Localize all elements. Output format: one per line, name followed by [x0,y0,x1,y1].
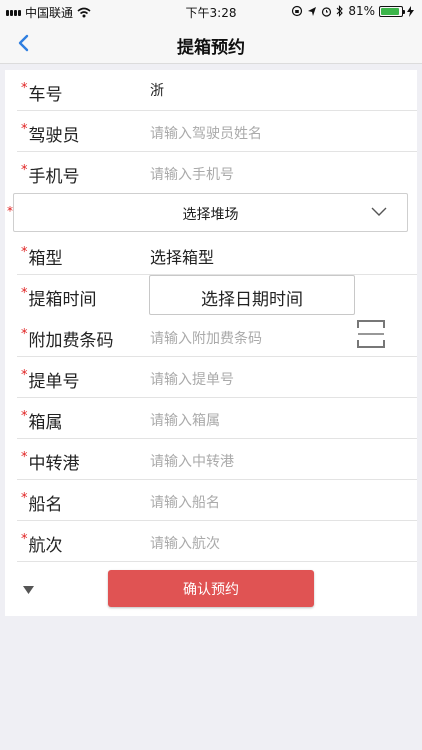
bill-no-row: *提单号 请输入提单号 [17,357,417,398]
truck-no-label: *车号 [21,81,63,105]
status-right: 81% [291,4,414,18]
location-icon [308,6,317,16]
box-owner-input[interactable]: 请输入箱属 [150,410,220,430]
box-type-row: *箱型 选择箱型 [17,234,417,275]
required-mark: * [21,81,28,96]
pickup-time-label: *提箱时间 [21,286,97,310]
bill-no-label: *提单号 [21,368,80,392]
pickup-form: *车号 浙 *驾驶员 请输入驾驶员姓名 *手机号 请输入手机号 * 选择堆场 *… [5,70,417,616]
driver-input[interactable]: 请输入驾驶员姓名 [150,123,262,143]
surcharge-code-label: *附加费条码 [21,327,114,351]
battery-percent: 81% [348,4,375,18]
phone-label: *手机号 [21,163,80,187]
driver-label: *驾驶员 [21,122,80,146]
alarm-icon [322,6,332,17]
transit-port-row: *中转港 请输入中转港 [17,439,417,480]
datetime-picker-button[interactable]: 选择日期时间 [149,275,355,315]
required-mark: * [21,450,28,465]
transit-port-label: *中转港 [21,450,80,474]
scan-icon[interactable] [357,320,385,348]
truck-no-row: *车号 浙 [17,70,417,111]
orientation-lock-icon [292,5,303,17]
required-mark: * [21,245,28,260]
battery-icon [379,5,405,17]
voyage-input[interactable]: 请输入航次 [150,533,220,553]
required-mark: * [21,122,28,137]
chevron-down-icon [371,207,387,216]
box-type-label: *箱型 [21,245,63,269]
bluetooth-icon [336,5,344,17]
box-owner-row: *箱属 请输入箱属 [17,398,417,439]
required-mark: * [21,163,28,178]
phone-input[interactable]: 请输入手机号 [150,164,234,184]
phone-row: *手机号 请输入手机号 [17,152,417,193]
required-mark: * [21,368,28,383]
confirm-booking-button[interactable]: 确认预约 [108,570,314,607]
battery-level [381,7,399,15]
vessel-input[interactable]: 请输入船名 [150,492,220,512]
voyage-row: *航次 请输入航次 [17,521,417,562]
driver-row: *驾驶员 请输入驾驶员姓名 [17,111,417,152]
required-mark: * [21,327,28,342]
surcharge-code-input[interactable]: 请输入附加费条码 [150,328,262,348]
truck-no-input[interactable]: 浙 [150,80,164,100]
bill-no-input[interactable]: 请输入提单号 [150,369,234,389]
transit-port-input[interactable]: 请输入中转港 [150,451,234,471]
voyage-label: *航次 [21,532,63,556]
vessel-row: *船名 请输入船名 [17,480,417,521]
page-title: 提箱预约 [177,38,245,58]
charging-icon [407,5,414,17]
yard-select[interactable]: 选择堆场 [13,193,408,232]
vessel-label: *船名 [21,491,63,515]
required-mark: * [21,532,28,547]
box-owner-label: *箱属 [21,409,63,433]
triangle-down-icon[interactable] [23,586,34,594]
nav-bar: 提箱预约 [0,22,422,64]
yard-select-value: 选择堆场 [182,207,239,223]
box-type-select[interactable]: 选择箱型 [150,244,214,268]
required-mark: * [21,286,28,301]
required-mark: * [21,409,28,424]
required-mark: * [21,491,28,506]
status-bar: 中国联通 下午3:28 81% [0,0,422,22]
